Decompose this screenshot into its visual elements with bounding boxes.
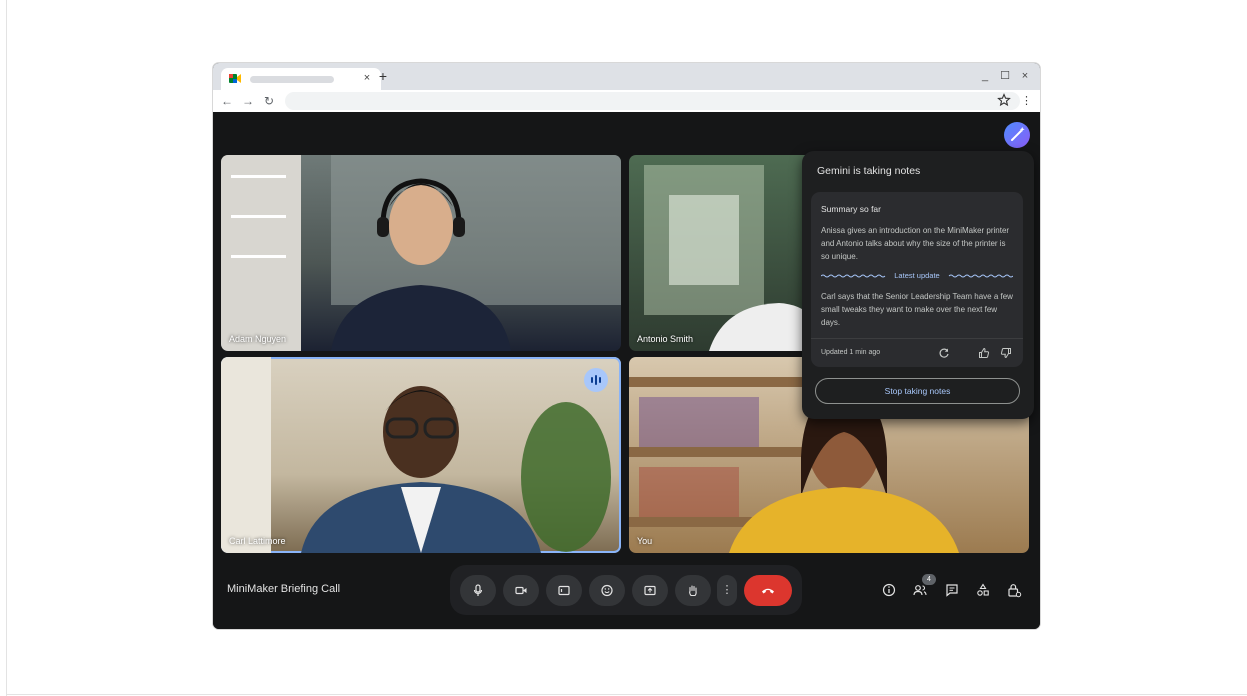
- gemini-button[interactable]: [1004, 122, 1030, 148]
- host-controls-icon[interactable]: [1006, 582, 1022, 598]
- participant-name: You: [637, 536, 653, 546]
- raise-hand-button[interactable]: [675, 575, 711, 606]
- captions-button[interactable]: [546, 575, 582, 606]
- thumbs-up-icon[interactable]: [978, 347, 990, 359]
- call-controls: ⋮: [450, 565, 802, 615]
- present-screen-icon: [644, 585, 656, 596]
- summary-text: Anissa gives an introduction on the Mini…: [821, 226, 1010, 261]
- star-icon[interactable]: [997, 93, 1011, 107]
- browser-menu-icon[interactable]: ⋮: [1021, 93, 1032, 109]
- microphone-icon: [473, 584, 483, 596]
- page-border-bottom: [6, 694, 1247, 695]
- participant-name: Antonio Smith: [637, 334, 694, 344]
- present-button[interactable]: [632, 575, 668, 606]
- participant-video: [221, 357, 611, 553]
- emoji-icon: [601, 584, 613, 597]
- updated-status: Updated 1 min ago: [821, 349, 881, 356]
- latest-update-divider: Latest update: [821, 271, 1013, 281]
- meeting-title: MiniMaker Briefing Call: [227, 583, 341, 595]
- maximize-icon[interactable]: ☐: [998, 69, 1012, 83]
- new-tab-button[interactable]: +: [375, 68, 391, 84]
- back-icon[interactable]: ←: [219, 93, 235, 109]
- video-tile-carl[interactable]: Carl Lattimore: [221, 357, 621, 553]
- camera-icon: [515, 586, 527, 595]
- more-options-button[interactable]: ⋮: [717, 575, 737, 606]
- browser-toolbar: ← → ↻ ⋮: [213, 90, 1040, 112]
- gemini-notes-panel: Gemini is taking notes Summary so far An…: [802, 151, 1034, 419]
- meet-stage: Adam Nguyen Antonio Smith Carl Lattimore…: [213, 112, 1040, 629]
- participant-name: Carl Lattimore: [229, 536, 286, 546]
- browser-window: × + _ ☐ × ← → ↻ ⋮ Adam Nguyen Antonio Sm…: [213, 63, 1040, 629]
- activities-icon[interactable]: [975, 582, 991, 598]
- speaking-indicator-icon: [584, 368, 608, 392]
- close-window-icon[interactable]: ×: [1018, 69, 1032, 83]
- tab-strip: × + _ ☐ ×: [213, 63, 1040, 90]
- participant-name: Adam Nguyen: [229, 334, 287, 344]
- browser-tab[interactable]: ×: [221, 68, 381, 90]
- address-bar[interactable]: [285, 92, 1020, 110]
- refresh-icon[interactable]: [938, 347, 950, 359]
- summary-heading: Summary so far: [821, 204, 881, 214]
- summary-card: Summary so far Anissa gives an introduct…: [811, 192, 1023, 367]
- thumbs-down-icon[interactable]: [1000, 347, 1012, 359]
- captions-icon: [558, 585, 570, 596]
- stop-taking-notes-button[interactable]: Stop taking notes: [815, 378, 1020, 404]
- reactions-button[interactable]: [589, 575, 625, 606]
- hand-icon: [689, 585, 697, 597]
- close-icon[interactable]: ×: [360, 70, 374, 86]
- leave-call-button[interactable]: [744, 575, 792, 606]
- google-meet-icon: [229, 74, 241, 83]
- update-text: Carl says that the Senior Leadership Tea…: [821, 292, 1013, 327]
- sparkle-pen-icon: [1011, 126, 1025, 141]
- video-tile-adam[interactable]: Adam Nguyen: [221, 155, 621, 351]
- camera-button[interactable]: [503, 575, 539, 606]
- tab-title: [250, 76, 334, 83]
- participant-video: [221, 155, 621, 351]
- microphone-button[interactable]: [460, 575, 496, 606]
- card-footer: Updated 1 min ago: [811, 338, 1023, 367]
- forward-icon[interactable]: →: [240, 93, 256, 109]
- panel-title: Gemini is taking notes: [817, 165, 921, 177]
- hang-up-icon: [762, 588, 774, 594]
- info-icon[interactable]: [881, 582, 897, 598]
- minimize-icon[interactable]: _: [978, 69, 992, 83]
- participant-count-badge: 4: [922, 574, 936, 585]
- chat-icon[interactable]: [944, 582, 960, 598]
- reload-icon[interactable]: ↻: [261, 93, 277, 109]
- page-border-left: [6, 0, 7, 696]
- latest-update-label: Latest update: [894, 271, 940, 280]
